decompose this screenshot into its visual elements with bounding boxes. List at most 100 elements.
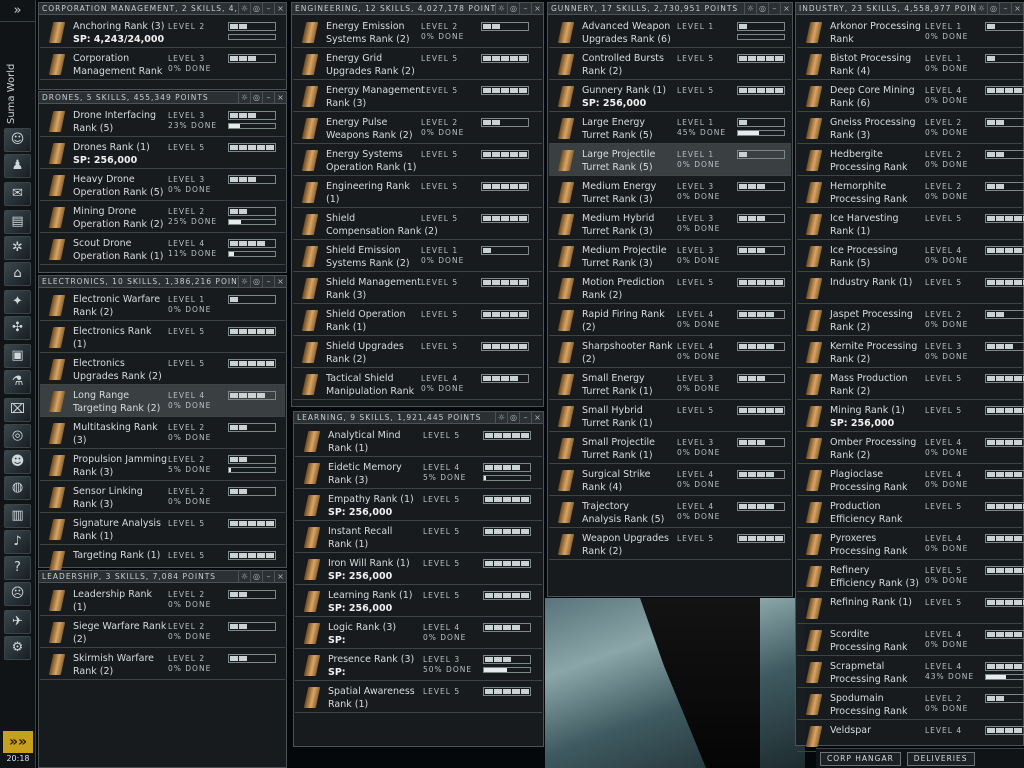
minimize-icon[interactable]: – — [262, 571, 274, 582]
character-portrait-button[interactable]: ☺ — [4, 128, 31, 152]
help-button[interactable]: ? — [4, 556, 31, 580]
skill-row-scout-drone-operation-rank[interactable]: Scout Drone Operation Rank (1) LEVEL 4 11% … — [40, 233, 285, 265]
info-icon[interactable]: ☼ — [238, 571, 250, 582]
minimize-icon[interactable]: – — [519, 412, 531, 423]
market-button[interactable]: ⌂ — [4, 262, 31, 286]
skill-row-sensor-linking-rank[interactable]: Sensor Linking Rank (3) LEVEL 2 0% DONE — [40, 481, 285, 513]
skill-row-electronics-rank[interactable]: Electronics Rank (1) LEVEL 5 — [40, 321, 285, 353]
minimize-icon[interactable]: – — [262, 3, 274, 14]
skill-row-shield-management-rank[interactable]: Shield Management Rank (3) LEVEL 5 — [293, 272, 542, 304]
panel-header[interactable]: LEARNING, 9 SKILLS, 1,921,445 POINTS ☼ ◎ – × — [294, 412, 543, 424]
skill-row-leadership-rank[interactable]: Leadership Rank (1) LEVEL 2 0% DONE — [40, 584, 285, 616]
skill-row-energy-systems-operation-rank[interactable]: Energy Systems Operation Rank (1) LEVEL 5 — [293, 144, 542, 176]
close-icon[interactable]: × — [531, 3, 543, 14]
skill-row-eidetic-memory-rank[interactable]: Eidetic Memory Rank (3) LEVEL 4 5% DONE — [295, 457, 542, 489]
skill-row-instant-recall-rank[interactable]: Instant Recall Rank (1) LEVEL 5 — [295, 521, 542, 553]
deliveries-button[interactable]: DELIVERIES — [906, 752, 975, 766]
skill-row-large-energy-turret-rank[interactable]: Large Energy Turret Rank (5) LEVEL 1 45% DO… — [549, 112, 791, 144]
close-icon[interactable]: × — [274, 571, 286, 582]
skill-row-weapon-upgrades-rank[interactable]: Weapon Upgrades Rank (2) LEVEL 5 — [549, 528, 791, 560]
skill-row-shield-upgrades-rank[interactable]: Shield Upgrades Rank (2) LEVEL 5 — [293, 336, 542, 368]
skill-row-energy-emission-systems-rank[interactable]: Energy Emission Systems Rank (2) LEVEL 2 0%… — [293, 16, 542, 48]
skill-row-ice-harvesting-rank[interactable]: Ice Harvesting Rank (1) LEVEL 5 — [797, 208, 1024, 240]
globe-button[interactable]: ◍ — [4, 476, 31, 500]
skill-row-multitasking-rank[interactable]: Multitasking Rank (3) LEVEL 2 0% DONE — [40, 417, 285, 449]
minimize-icon[interactable]: – — [768, 3, 780, 14]
skill-row-mining-rank[interactable]: Mining Rank (1) SP: 256,000 LEVEL 5 — [797, 400, 1024, 432]
skill-row-small-projectile-turret-rank[interactable]: Small Projectile Turret Rank (1) LEVEL 3 0%… — [549, 432, 791, 464]
options-icon[interactable]: ◎ — [250, 92, 262, 103]
skill-row-rapid-firing-rank[interactable]: Rapid Firing Rank (2) LEVEL 4 0% DONE — [549, 304, 791, 336]
skill-row-drones-rank[interactable]: Drones Rank (1) SP: 256,000 LEVEL 5 — [40, 137, 285, 169]
options-icon[interactable]: ◎ — [507, 3, 519, 14]
agents-button[interactable]: ☻ — [4, 450, 31, 474]
panel-header[interactable]: DRONES, 5 SKILLS, 455,349 POINTS ☼ ◎ – × — [39, 92, 286, 104]
panel-header[interactable]: ENGINEERING, 12 SKILLS, 4,027,178 POINTS… — [292, 3, 543, 15]
info-icon[interactable]: ☼ — [744, 3, 756, 14]
skill-row-iron-will-rank[interactable]: Iron Will Rank (1) SP: 256,000 LEVEL 5 — [295, 553, 542, 585]
skill-row-presence-rank[interactable]: Presence Rank (3) SP: LEVEL 3 50% DONE — [295, 649, 542, 681]
skill-row-sharpshooter-rank[interactable]: Sharpshooter Rank (2) LEVEL 4 0% DONE — [549, 336, 791, 368]
info-icon[interactable]: ☼ — [495, 412, 507, 423]
skill-row-scordite-processing-rank[interactable]: Scordite Processing Rank LEVEL 4 0% DONE — [797, 624, 1024, 656]
skill-row-controlled-bursts-rank[interactable]: Controlled Bursts Rank (2) LEVEL 5 — [549, 48, 791, 80]
skill-row-spatial-awareness-rank[interactable]: Spatial Awareness Rank (1) LEVEL 5 — [295, 681, 542, 713]
minimize-icon[interactable]: – — [999, 3, 1011, 14]
skill-row-ice-processing-rank[interactable]: Ice Processing Rank (5) LEVEL 4 0% DONE — [797, 240, 1024, 272]
info-icon[interactable]: ☼ — [238, 92, 250, 103]
skill-row-medium-hybrid-turret-rank[interactable]: Medium Hybrid Turret Rank (3) LEVEL 3 0% DO… — [549, 208, 791, 240]
skill-row-long-range-targeting-rank[interactable]: Long Range Targeting Rank (2) LEVEL 4 0% DO… — [40, 385, 285, 417]
skill-row-gunnery-rank[interactable]: Gunnery Rank (1) SP: 256,000 LEVEL 5 — [549, 80, 791, 112]
skill-row-energy-pulse-weapons-rank[interactable]: Energy Pulse Weapons Rank (2) LEVEL 2 0% DO… — [293, 112, 542, 144]
minimize-icon[interactable]: – — [519, 3, 531, 14]
skill-row-trajectory-analysis-rank[interactable]: Trajectory Analysis Rank (5) LEVEL 4 0% DON… — [549, 496, 791, 528]
info-icon[interactable]: ☼ — [238, 3, 250, 14]
skill-row-gneiss-processing-rank[interactable]: Gneiss Processing Rank (3) LEVEL 2 0% DONE — [797, 112, 1024, 144]
skill-row-heavy-drone-operation-rank[interactable]: Heavy Drone Operation Rank (5) LEVEL 3 0% D… — [40, 169, 285, 201]
close-icon[interactable]: × — [274, 92, 286, 103]
skill-row-energy-grid-upgrades-rank[interactable]: Energy Grid Upgrades Rank (2) LEVEL 5 — [293, 48, 542, 80]
options-icon[interactable]: ◎ — [250, 3, 262, 14]
skill-row-empathy-rank[interactable]: Empathy Rank (1) SP: 256,000 LEVEL 5 — [295, 489, 542, 521]
skill-row-medium-energy-turret-rank[interactable]: Medium Energy Turret Rank (3) LEVEL 3 0% DO… — [549, 176, 791, 208]
skill-row-large-projectile-turret-rank[interactable]: Large Projectile Turret Rank (5) LEVEL 1 0%… — [549, 144, 791, 176]
info-icon[interactable]: ☼ — [238, 276, 250, 287]
science-button[interactable]: ⚗ — [4, 370, 31, 394]
skill-row-signature-analysis-rank[interactable]: Signature Analysis Rank (1) LEVEL 5 — [40, 513, 285, 545]
journal-button[interactable]: ▥ — [4, 504, 31, 528]
info-icon[interactable]: ☼ — [495, 3, 507, 14]
map-button[interactable]: ✲ — [4, 236, 31, 260]
skill-row-pyroxeres-processing-rank[interactable]: Pyroxeres Processing Rank LEVEL 4 0% DONE — [797, 528, 1024, 560]
panel-header[interactable]: INDUSTRY, 23 SKILLS, 4,558,977 POINTS ☼ ◎ –… — [796, 3, 1023, 15]
headset-button[interactable]: ♪ — [4, 530, 31, 554]
skill-row-surgical-strike-rank[interactable]: Surgical Strike Rank (4) LEVEL 4 0% DONE — [549, 464, 791, 496]
skill-row-logic-rank[interactable]: Logic Rank (3) SP: LEVEL 4 0% DONE — [295, 617, 542, 649]
skill-row-arkonor-processing-rank[interactable]: Arkonor Processing Rank LEVEL 1 0% DONE — [797, 16, 1024, 48]
skill-row-spodumain-processing-rank[interactable]: Spodumain Processing Rank LEVEL 2 0% DONE — [797, 688, 1024, 720]
minimize-icon[interactable]: – — [262, 92, 274, 103]
skill-row-jaspet-processing-rank[interactable]: Jaspet Processing Rank (2) LEVEL 2 0% DONE — [797, 304, 1024, 336]
skill-row-hemorphite-processing-rank[interactable]: Hemorphite Processing Rank LEVEL 2 0% DONE — [797, 176, 1024, 208]
mail-button[interactable]: ✉ — [4, 182, 31, 206]
options-icon[interactable]: ◎ — [250, 571, 262, 582]
skill-row-electronic-warfare-rank[interactable]: Electronic Warfare Rank (2) LEVEL 1 0% DONE — [40, 289, 285, 321]
calculator-button[interactable]: ⌧ — [4, 398, 31, 422]
close-icon[interactable]: × — [1011, 3, 1023, 14]
options-icon[interactable]: ◎ — [756, 3, 768, 14]
skill-row-production-efficiency-rank[interactable]: Production Efficiency Rank LEVEL 5 — [797, 496, 1024, 528]
skill-row-motion-prediction-rank[interactable]: Motion Prediction Rank (2) LEVEL 5 — [549, 272, 791, 304]
skill-row-kernite-processing-rank[interactable]: Kernite Processing Rank (2) LEVEL 3 0% DONE — [797, 336, 1024, 368]
starmap-button[interactable]: ✦ — [4, 290, 31, 314]
close-icon[interactable]: × — [274, 3, 286, 14]
panel-header[interactable]: LEADERSHIP, 3 SKILLS, 7,084 POINTS ☼ ◎ – × — [39, 571, 286, 583]
skill-row-hedbergite-processing-rank[interactable]: Hedbergite Processing Rank LEVEL 2 0% DONE — [797, 144, 1024, 176]
skill-row-bistot-processing-rank[interactable]: Bistot Processing Rank (4) LEVEL 1 0% DONE — [797, 48, 1024, 80]
skill-row-engineering-rank[interactable]: Engineering Rank (1) LEVEL 5 — [293, 176, 542, 208]
close-icon[interactable]: × — [780, 3, 792, 14]
help-lifebuoy-button[interactable]: ◎ — [4, 424, 31, 448]
options-icon[interactable]: ◎ — [250, 276, 262, 287]
people-button[interactable]: ♟ — [4, 154, 31, 178]
panel-header[interactable]: ELECTRONICS, 10 SKILLS, 1,386,216 POINTS… — [39, 276, 286, 288]
skill-row-tactical-shield-manipulation-rank[interactable]: Tactical Shield Manipulation Rank LEVEL 40… — [293, 368, 542, 400]
close-icon[interactable]: × — [274, 276, 286, 287]
